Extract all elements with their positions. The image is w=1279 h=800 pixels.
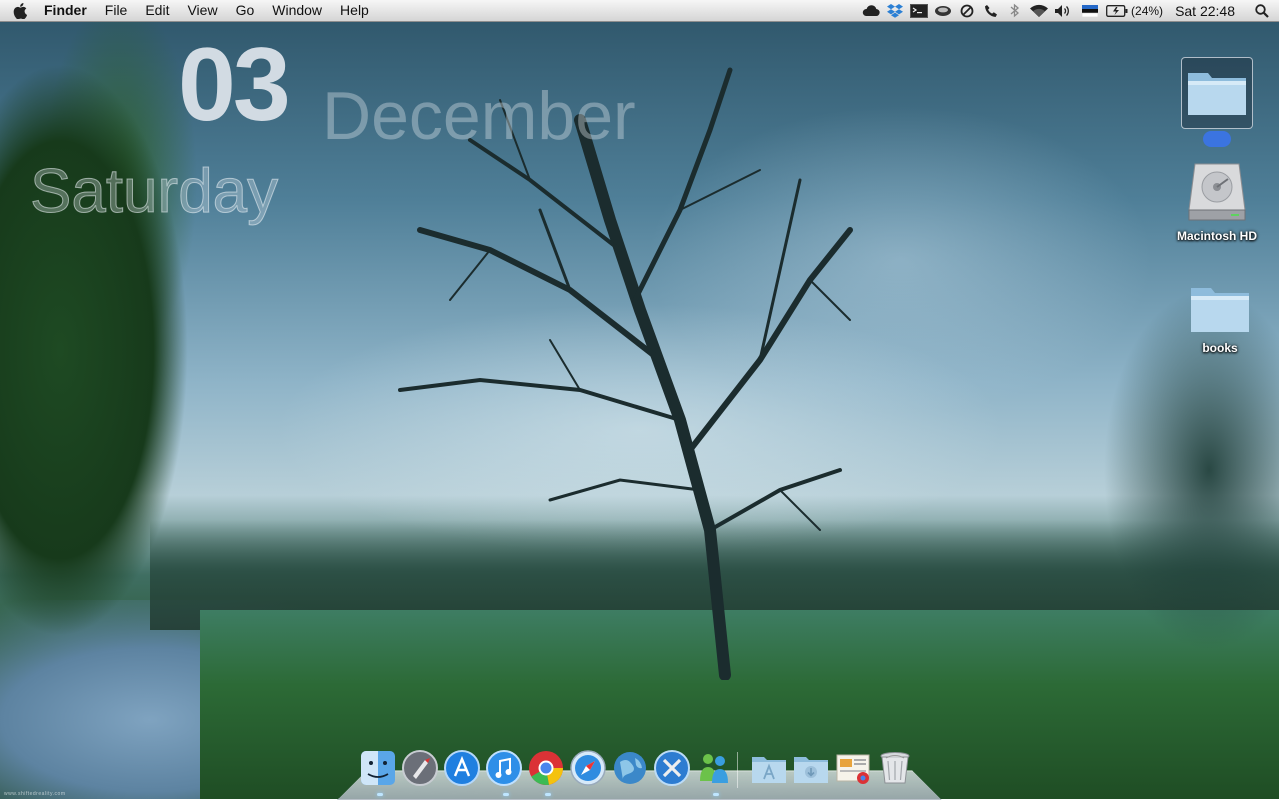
dock <box>357 746 916 788</box>
app-store-icon <box>444 750 480 786</box>
system-tools-icon <box>654 750 690 786</box>
volume-icon[interactable] <box>1051 0 1075 21</box>
dock-separator <box>737 752 746 788</box>
dock-system-tools[interactable] <box>651 748 693 788</box>
wifi-icon[interactable] <box>1027 0 1051 21</box>
wallpaper-watermark: www.shiftedreality.com <box>4 791 66 797</box>
flag-icon[interactable] <box>1075 0 1105 21</box>
dock-documents-stack[interactable] <box>832 748 874 788</box>
menu-edit[interactable]: Edit <box>136 0 178 21</box>
dock-itunes[interactable] <box>483 748 525 788</box>
battery-icon[interactable] <box>1105 0 1129 21</box>
messenger-icon <box>700 754 728 783</box>
dock-running-indicator <box>503 793 509 796</box>
apple-menu[interactable] <box>0 0 40 21</box>
date-widget-month: December <box>322 78 636 154</box>
battery-percent: (24%) <box>1131 3 1164 18</box>
menu-file[interactable]: File <box>96 0 137 21</box>
date-widget-day: 03 <box>178 27 291 143</box>
dock-running-indicator <box>713 793 719 796</box>
applications-folder-icon <box>752 757 786 783</box>
folder-icon <box>1191 288 1249 332</box>
documents-stack-icon <box>836 754 870 784</box>
itunes-icon <box>486 750 522 786</box>
globe-icon <box>614 752 646 784</box>
downloads-folder-icon <box>794 757 828 783</box>
launchpad-icon <box>402 750 438 786</box>
menu-view[interactable]: View <box>178 0 226 21</box>
dock-globe[interactable] <box>609 748 651 788</box>
menu-clock[interactable]: Sat 22:48 <box>1169 3 1245 19</box>
dock-running-indicator <box>545 793 551 796</box>
dock-app-store[interactable] <box>441 748 483 788</box>
menu-bar: Finder File Edit View Go Window Help (24… <box>0 0 1279 22</box>
bluetooth-icon[interactable] <box>1003 0 1027 21</box>
dock-launchpad[interactable] <box>399 748 441 788</box>
folder-icon <box>1188 73 1246 115</box>
dock-applications-stack[interactable] <box>748 748 790 788</box>
trash-icon <box>880 752 910 784</box>
dock-downloads-stack[interactable] <box>790 748 832 788</box>
menu-window[interactable]: Window <box>263 0 331 21</box>
finder-icon <box>361 751 395 785</box>
dropbox-icon[interactable] <box>883 0 907 21</box>
dock-running-indicator <box>377 793 383 796</box>
desktop-icon-macintosh-hd[interactable]: Macintosh HD <box>1167 160 1267 243</box>
dock-messenger[interactable] <box>693 748 735 788</box>
desktop-icon-books[interactable]: books <box>1170 282 1270 355</box>
desktop-folder-selected-label <box>1203 131 1231 147</box>
dock-safari[interactable] <box>567 748 609 788</box>
menu-help[interactable]: Help <box>331 0 378 21</box>
desktop-folder-selected[interactable] <box>1181 57 1253 129</box>
menu-finder[interactable]: Finder <box>40 0 96 21</box>
desktop-icon-label: books <box>1202 341 1238 355</box>
dock-trash[interactable] <box>874 748 916 788</box>
date-widget-weekday: Saturday <box>29 157 279 227</box>
phone-icon[interactable] <box>979 0 1003 21</box>
hard-drive-icon <box>1188 163 1246 221</box>
apple-icon <box>13 2 27 19</box>
sync-icon[interactable] <box>955 0 979 21</box>
safari-icon <box>570 750 606 786</box>
chrome-icon <box>529 751 563 785</box>
menu-go[interactable]: Go <box>227 0 264 21</box>
terminal-icon[interactable] <box>907 0 931 21</box>
spotlight-search-icon[interactable] <box>1245 0 1279 21</box>
icloud-icon[interactable] <box>859 0 883 21</box>
coffee-icon[interactable] <box>931 0 955 21</box>
dock-finder[interactable] <box>357 748 399 788</box>
dock-chrome[interactable] <box>525 748 567 788</box>
status-menus: (24%) Sat 22:48 <box>859 0 1279 21</box>
desktop-icon-label: Macintosh HD <box>1176 229 1257 243</box>
